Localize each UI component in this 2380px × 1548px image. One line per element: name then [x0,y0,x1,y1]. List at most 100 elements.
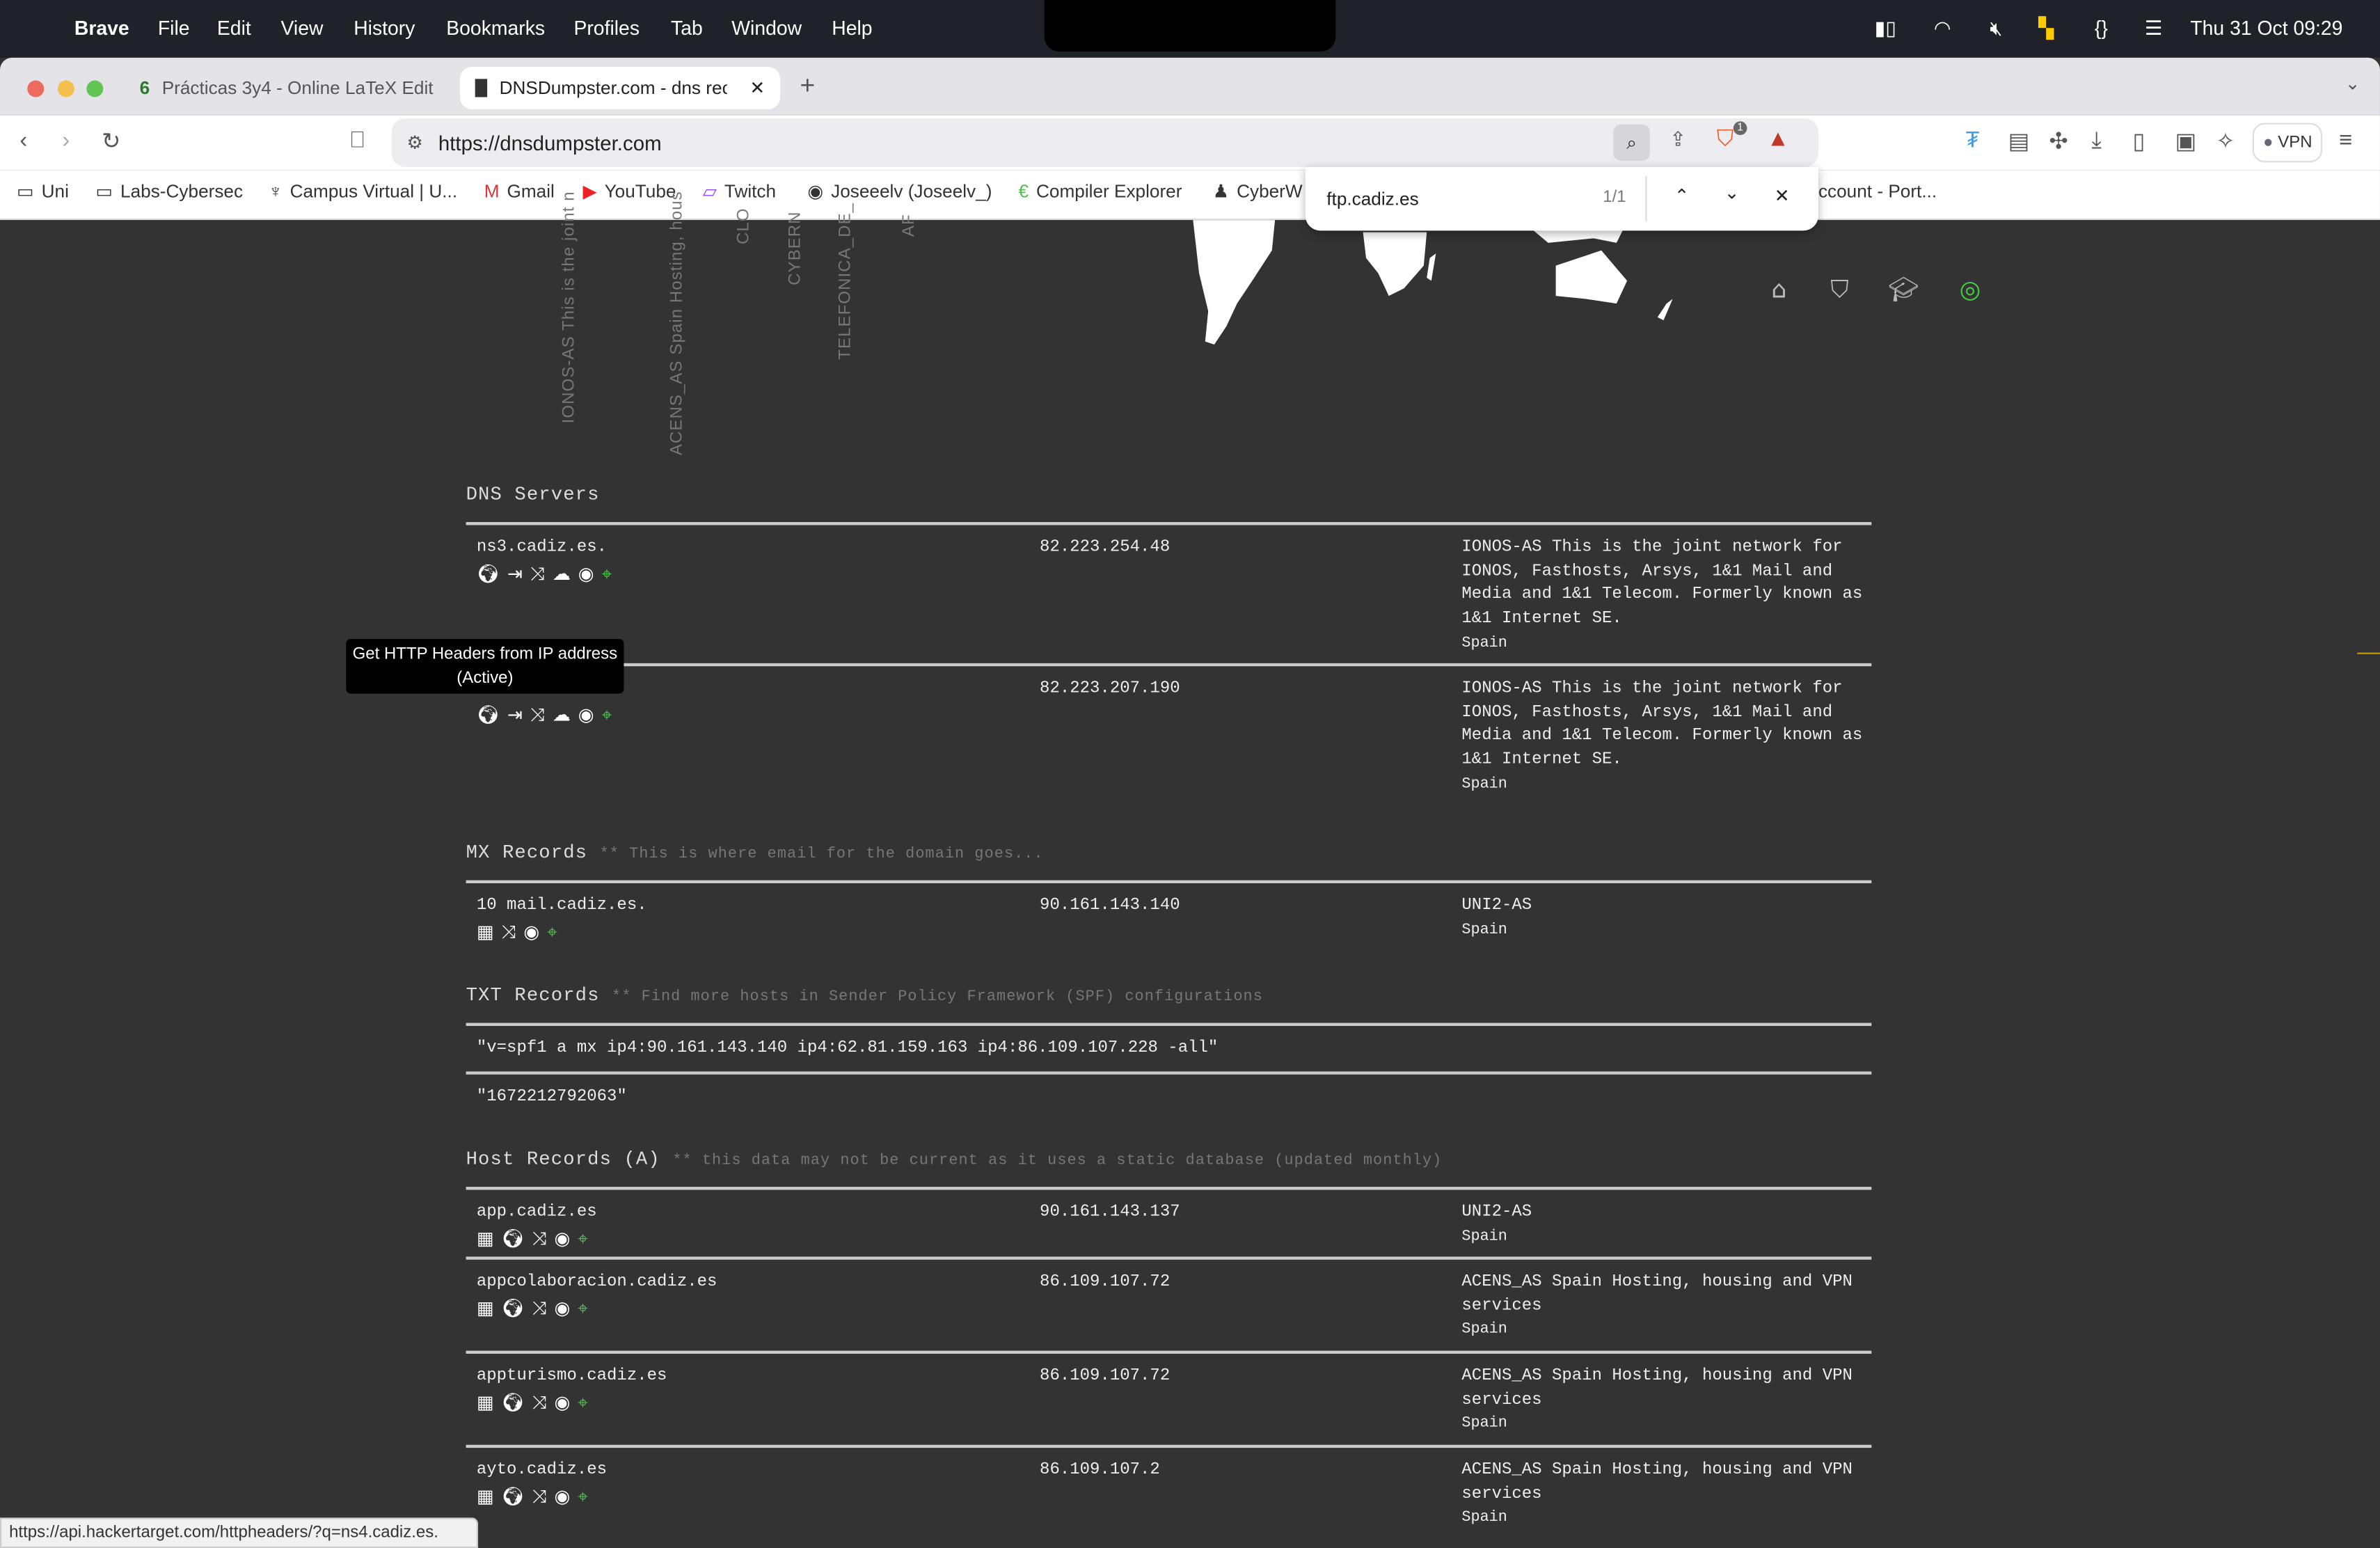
find-close-button[interactable]: ✕ [1775,185,1790,207]
mute-icon[interactable]: 🔇︎ [1990,17,2002,41]
menu-bookmarks[interactable]: Bookmarks [446,17,545,40]
menu-file[interactable]: File [158,17,190,40]
brave-rewards-icon[interactable]: ▲ [1767,126,1789,152]
vpn-button[interactable]: ● VPN [2252,123,2323,163]
login-icon[interactable]: ⇥ [507,704,523,727]
menu-view[interactable]: View [281,17,324,40]
bookmark-compiler-explorer[interactable]: € Compiler Explorer [1019,180,1182,202]
eye-icon[interactable]: ◉ [578,562,594,586]
bookmark-account-portal[interactable]: ccount - Port... [1818,180,1937,202]
wifi-icon[interactable]: ◠ [1934,17,1951,41]
main-menu-icon[interactable]: ≡ [2339,127,2352,153]
bookmark-youtube[interactable]: ▶ YouTube [583,180,676,202]
find-next-button[interactable]: ⌄ [1724,182,1740,204]
menu-edit[interactable]: Edit [217,17,251,40]
bookmark-gmail[interactable]: M Gmail [484,180,555,202]
cloud-download-icon[interactable]: ☁ [553,562,571,586]
shuffle-icon[interactable]: ⤨ [532,1391,547,1415]
find-previous-button[interactable]: ⌃ [1674,185,1690,207]
back-button[interactable]: ‹ [19,127,27,153]
flag-icon[interactable]: ▚ [2038,17,2054,41]
grid-icon[interactable]: ▦ [477,1391,494,1415]
bookmark-twitch[interactable]: ▱ Twitch [703,180,776,202]
menu-profiles[interactable]: Profiles [573,17,640,40]
grid-icon[interactable]: ▦ [477,1297,494,1321]
site-settings-icon[interactable]: ⚙ [407,132,423,154]
bookmark-cyberw[interactable]: ♟ CyberW [1213,180,1303,202]
tab-list-chevron-icon[interactable]: ⌄ [2345,73,2361,95]
menu-app-name[interactable]: Brave [74,17,129,40]
braces-icon[interactable]: {} [2095,17,2108,40]
minimize-window-button[interactable] [57,80,74,97]
tab-overleaf[interactable]: 6 Prácticas 3y4 - Online LaTeX Edit [125,67,443,109]
menu-help[interactable]: Help [832,17,872,40]
find-in-page-icon[interactable]: ⌕ [1613,124,1650,161]
login-icon[interactable]: ⇥ [507,562,523,586]
shuffle-icon[interactable]: ⤨ [532,1227,547,1251]
shuffle-icon[interactable]: ⤨ [532,1485,547,1509]
grid-icon[interactable]: ▦ [477,1485,494,1509]
address-bar[interactable]: ⚙ https://dnsdumpster.com ⌕ ⇪ ⛉ 1 ▲ [391,118,1818,167]
download-icon[interactable]: ⤓ [2092,127,2102,153]
extensions-icon[interactable]: ✣ [2049,127,2068,155]
shuffle-icon[interactable]: ⤨ [502,921,516,945]
forward-button[interactable]: › [62,127,70,153]
globe-icon[interactable]: 🌍︎ [477,704,500,727]
bookmark-github[interactable]: ◉ Joseeelv (Joseelv_) [807,180,992,202]
globe-icon[interactable]: 🌍︎ [502,1391,525,1415]
crosshair-icon[interactable]: ⌖ [578,1297,588,1321]
eye-icon[interactable]: ◉ [578,704,594,727]
menu-history[interactable]: History [354,17,415,40]
menu-tab[interactable]: Tab [671,17,703,40]
reload-button[interactable]: ↻ [102,127,120,155]
eye-icon[interactable]: ◉ [555,1485,571,1509]
sidebar-icon[interactable]: ▯ [2132,127,2145,155]
leo-ai-icon[interactable]: ✧ [2216,127,2235,155]
eye-icon[interactable]: ◉ [555,1297,571,1321]
eye-icon[interactable]: ◉ [555,1227,571,1251]
shuffle-icon[interactable]: ⤨ [532,1297,547,1321]
control-center-icon[interactable]: ☰ [2145,17,2162,41]
globe-icon[interactable]: 🌍︎ [477,562,500,586]
grid-icon[interactable]: ▦ [477,1227,494,1251]
new-tab-button[interactable]: + [800,71,815,102]
translate-extension-icon[interactable]: ₮ [1966,127,1980,153]
crosshair-icon[interactable]: ⌖ [578,1391,588,1415]
grid-icon[interactable]: ▦ [477,921,494,945]
crosshair-icon[interactable]: ⌖ [602,704,612,727]
crosshair-icon[interactable]: ⌖ [578,1485,588,1509]
crosshair-icon[interactable]: ⌖ [547,921,557,945]
target-icon[interactable]: ◎ [1960,275,1981,303]
zoom-window-button[interactable] [86,80,104,97]
bookmark-uni[interactable]: ▭ Uni [17,180,69,202]
bookmark-labs-cybersec[interactable]: ▭ Labs-Cybersec [95,180,243,202]
url-text[interactable]: https://dnsdumpster.com [438,132,662,155]
shield-icon[interactable]: ⛉ [1830,275,1848,306]
eye-icon[interactable]: ◉ [523,921,539,945]
crosshair-icon[interactable]: ⌖ [578,1227,588,1251]
globe-icon[interactable]: 🌍︎ [502,1485,525,1509]
globe-icon[interactable]: 🌍︎ [502,1297,525,1321]
shuffle-icon[interactable]: ⤨ [530,704,545,727]
brave-shields-icon[interactable]: ⛉ [1717,126,1734,152]
close-window-button[interactable] [27,80,45,97]
host-name: app.cadiz.es [476,1203,597,1222]
bookmark-icon[interactable]: ⎕ [351,127,365,153]
wallet-icon[interactable]: ▣ [2175,127,2197,155]
graduation-cap-icon[interactable]: 🎓︎ [1888,275,1919,303]
reader-icon[interactable]: ▤ [2008,127,2030,155]
battery-icon[interactable]: ▮▯ [1875,17,1896,41]
eye-icon[interactable]: ◉ [555,1391,571,1415]
home-icon[interactable]: ⌂ [1771,275,1786,303]
close-tab-icon[interactable]: ✕ [749,77,765,99]
tab-dnsdumpster[interactable]: DNSDumpster.com - dns rec ✕ [459,66,781,109]
find-input[interactable]: ftp.cadiz.es [1326,188,1418,210]
shuffle-icon[interactable]: ⤨ [530,562,545,586]
menu-window[interactable]: Window [731,17,802,40]
clock[interactable]: Thu 31 Oct 09:29 [2190,17,2342,40]
cloud-download-icon[interactable]: ☁ [553,704,571,727]
share-icon[interactable]: ⇪ [1669,127,1686,152]
globe-icon[interactable]: 🌍︎ [502,1227,525,1251]
bookmark-campus-virtual[interactable]: ♆ Campus Virtual | U... [269,180,457,202]
crosshair-icon[interactable]: ⌖ [602,562,612,586]
